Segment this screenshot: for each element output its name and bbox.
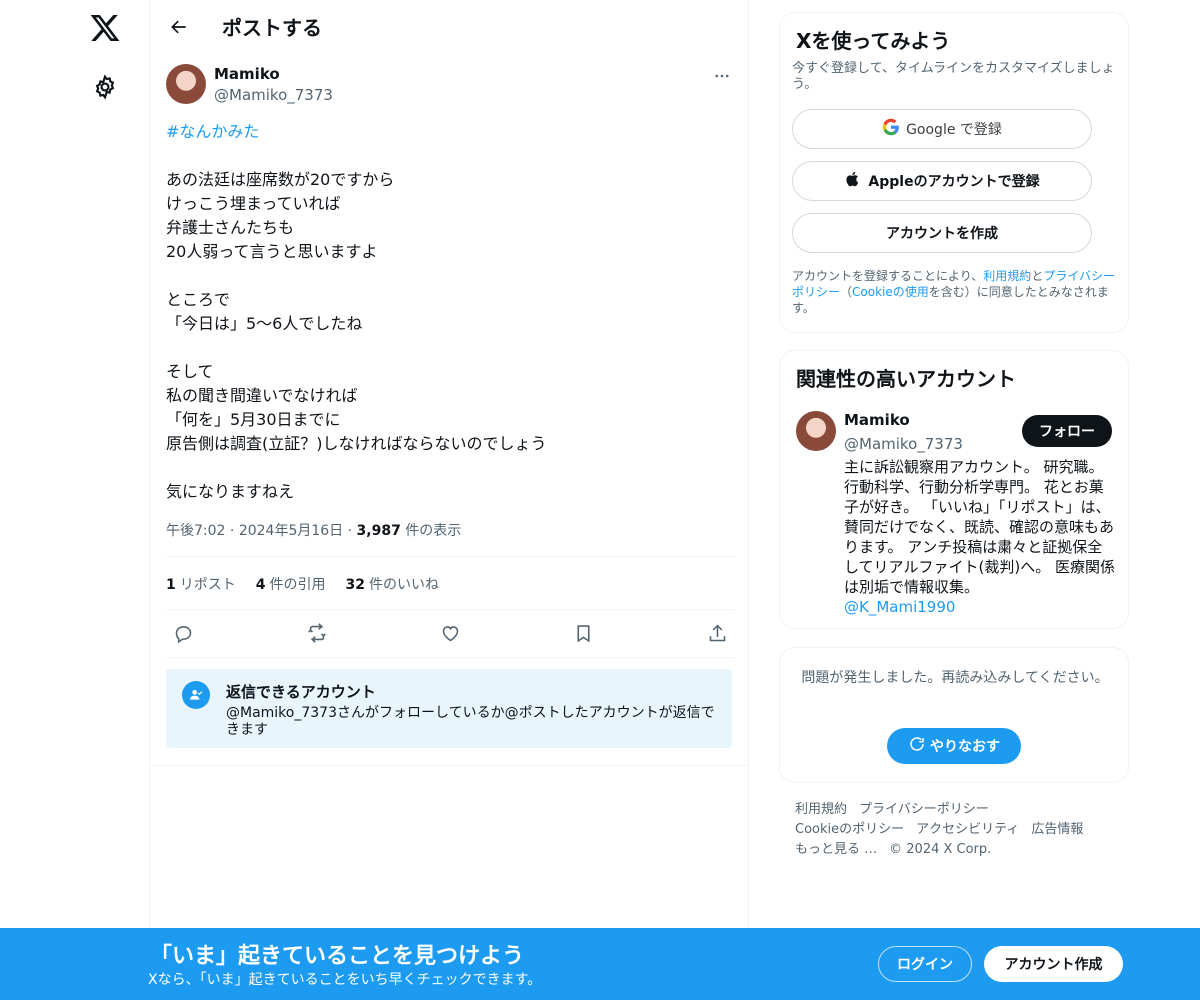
author-name[interactable]: Mamiko: [214, 65, 280, 83]
google-signup-label: Google で登録: [906, 122, 1002, 138]
bookmark-icon[interactable]: [571, 620, 597, 646]
header: ポストする: [150, 0, 748, 53]
create-account-label: アカウントを作成: [886, 226, 998, 242]
error-card: 問題が発生しました。再読み込みしてください。 やりなおす: [779, 647, 1129, 783]
bio-text: 主に訴訟観察用アカウント。 研究職。行動科学、行動分析学専門。 花とお菓子が好き…: [844, 458, 1116, 596]
page-title: ポストする: [222, 16, 322, 40]
post-text: #なんかみた あの法廷は座席数が20ですから けっこう埋まっていれば 弁護士さん…: [166, 120, 734, 504]
likes-stat[interactable]: 32 件のいいね: [346, 574, 439, 594]
left-nav: [0, 0, 150, 1000]
meta-separator: ·: [229, 523, 239, 539]
divider: [166, 556, 734, 557]
like-icon[interactable]: [437, 620, 463, 646]
login-button[interactable]: ログイン: [878, 946, 972, 982]
signup-title: Xを使ってみよう: [796, 29, 951, 53]
retry-label: やりなおす: [930, 739, 1000, 755]
signup-card: Xを使ってみよう 今すぐ登録して、タイムラインをカスタマイズしましょう。 Goo…: [779, 12, 1129, 333]
post-meta: 午後7:02 · 2024年5月16日 · 3,987 件の表示: [166, 520, 461, 540]
divider: [166, 609, 734, 610]
relevant-accounts-card: 関連性の高いアカウント Mamiko @Mamiko_7373 フォロー 主に訴…: [779, 350, 1129, 629]
post-stats: 1 リポスト 4 件の引用 32 件のいいね: [166, 574, 439, 594]
follow-button[interactable]: フォロー: [1022, 415, 1112, 447]
footer-link-cookie[interactable]: Cookieのポリシー: [795, 822, 904, 837]
divider: [166, 657, 734, 658]
post-time[interactable]: 午後7:02: [166, 523, 225, 539]
reposts-stat[interactable]: 1 リポスト: [166, 574, 236, 594]
back-arrow-icon[interactable]: [161, 9, 197, 45]
reply-icon[interactable]: [170, 620, 196, 646]
legal-text: アカウントを登録することにより、利用規約とプライバシーポリシー（Cookieの使…: [792, 268, 1118, 316]
banner-signup-button[interactable]: アカウント作成: [984, 946, 1123, 982]
account-handle[interactable]: @Mamiko_7373: [844, 435, 963, 453]
relevant-title: 関連性の高いアカウント: [796, 367, 1016, 391]
more-icon[interactable]: [710, 64, 734, 88]
share-icon[interactable]: [704, 620, 730, 646]
x-logo-icon[interactable]: [89, 12, 121, 44]
apple-icon: [844, 170, 862, 192]
views-count: 3,987: [356, 523, 401, 539]
footer-link-accessibility[interactable]: アクセシビリティ: [916, 822, 1019, 837]
google-icon: [882, 118, 900, 140]
author-handle[interactable]: @Mamiko_7373: [214, 86, 333, 104]
apple-signup-label: Appleのアカウントで登録: [868, 174, 1040, 190]
terms-link[interactable]: 利用規約: [983, 269, 1031, 283]
retry-button[interactable]: やりなおす: [887, 728, 1021, 764]
views-label: 件の表示: [405, 523, 462, 539]
footer-links: 利用規約 プライバシーポリシー Cookieのポリシー アクセシビリティ 広告情報 も…: [795, 800, 1125, 860]
footer-copyright: © 2024 X Corp.: [889, 842, 992, 857]
hashtag-link[interactable]: #なんかみた: [166, 122, 259, 141]
mention-icon: [182, 681, 210, 709]
refresh-icon: [908, 735, 926, 757]
main-column: ポストする Mamiko @Mamiko_7373 #なんかみた あの法廷は座席…: [149, 0, 749, 1000]
post-actions: [166, 620, 734, 646]
gear-icon[interactable]: [92, 74, 118, 100]
account-name[interactable]: Mamiko: [844, 411, 910, 429]
signup-banner: 「いま」起きていることを見つけよう Xなら、「いま」起きていることをいち早くチェ…: [0, 928, 1200, 1000]
create-account-button[interactable]: アカウントを作成: [792, 213, 1092, 253]
divider: [150, 765, 748, 766]
banner-title: 「いま」起きていることを見つけよう: [150, 944, 525, 969]
footer-link-more[interactable]: もっと見る …: [795, 842, 877, 857]
repost-icon[interactable]: [304, 620, 330, 646]
avatar[interactable]: [166, 64, 206, 104]
post-author: Mamiko @Mamiko_7373: [166, 64, 734, 108]
footer-link-privacy[interactable]: プライバシーポリシー: [859, 802, 989, 817]
cookie-link[interactable]: Cookieの使用: [852, 285, 929, 299]
signup-subtitle: 今すぐ登録して、タイムラインをカスタマイズしましょう。: [792, 61, 1115, 92]
reply-restriction-title: 返信できるアカウント: [226, 683, 376, 701]
meta-separator: ·: [347, 523, 357, 539]
banner-subtitle: Xなら、「いま」起きていることをいち早くチェックできます。: [148, 972, 542, 988]
account-bio: 主に訴訟観察用アカウント。 研究職。行動科学、行動分析学専門。 花とお菓子が好き…: [844, 457, 1116, 617]
avatar[interactable]: [796, 411, 836, 451]
footer-link-ads[interactable]: 広告情報: [1031, 822, 1083, 837]
error-message: 問題が発生しました。再読み込みしてください。: [801, 670, 1109, 686]
post-body: あの法廷は座席数が20ですから けっこう埋まっていれば 弁護士さんたちも 20人…: [166, 170, 547, 501]
google-signup-button[interactable]: Google で登録: [792, 109, 1092, 149]
apple-signup-button[interactable]: Appleのアカウントで登録: [792, 161, 1092, 201]
reply-restriction-text: @Mamiko_7373さんがフォローしているか@ポストしたアカウントが返信でき…: [226, 705, 715, 738]
legal-prefix: アカウントを登録することにより、: [792, 269, 984, 283]
reply-restriction: 返信できるアカウント @Mamiko_7373さんがフォローしているか@ポストし…: [166, 669, 732, 748]
bio-link[interactable]: @K_Mami1990: [844, 598, 955, 616]
legal-paren: （: [840, 285, 853, 299]
post-date[interactable]: 2024年5月16日: [239, 523, 343, 539]
quotes-stat[interactable]: 4 件の引用: [256, 574, 326, 594]
legal-and: と: [1031, 269, 1044, 283]
footer-link-terms[interactable]: 利用規約: [795, 802, 847, 817]
